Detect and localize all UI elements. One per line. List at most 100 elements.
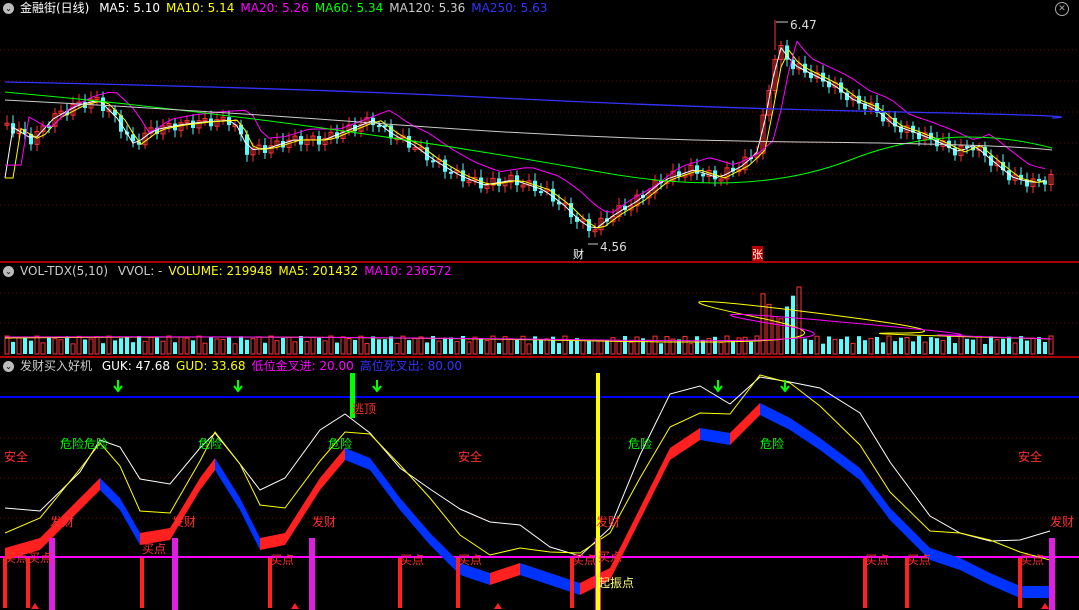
volume-bar bbox=[394, 342, 400, 355]
volume-bar bbox=[718, 342, 724, 355]
volume-bar bbox=[232, 343, 238, 355]
volume-bar bbox=[202, 342, 208, 355]
volume-bar bbox=[317, 337, 321, 354]
volume-bar bbox=[875, 336, 879, 354]
chevron-down-icon[interactable]: ⌄ bbox=[3, 3, 14, 14]
indicator-band bbox=[400, 498, 430, 545]
volume-bar bbox=[515, 339, 519, 354]
volume-bar bbox=[340, 336, 346, 355]
indicator-signal-label: 买点 bbox=[270, 553, 295, 567]
indicator-signal-label: 逃顶 bbox=[352, 402, 377, 416]
volume-bar bbox=[400, 335, 406, 355]
volume-bar bbox=[389, 336, 393, 354]
indicator-signal-label: 买点 bbox=[865, 553, 890, 567]
volume-bar bbox=[1019, 336, 1023, 354]
volume-bar bbox=[184, 337, 190, 355]
vol-ma5-line bbox=[4, 301, 1053, 343]
indicator-band bbox=[215, 458, 240, 510]
volume-bar bbox=[346, 338, 352, 355]
volume-bar bbox=[88, 338, 94, 355]
volume-bar bbox=[1001, 338, 1005, 354]
volume-bar bbox=[760, 293, 766, 355]
volume-bar bbox=[935, 338, 939, 354]
indicator-label: VOLUME: 219948 bbox=[168, 264, 273, 278]
volume-bar bbox=[4, 335, 10, 355]
indicator-band bbox=[990, 573, 1020, 598]
volume-bar bbox=[377, 339, 381, 354]
volume-bar bbox=[976, 335, 982, 355]
volume-bar bbox=[479, 338, 483, 354]
volume-bar bbox=[940, 339, 946, 355]
volume-bar bbox=[310, 336, 316, 355]
guk-line bbox=[4, 376, 1051, 557]
volume-panel-header: ⌄ VOL-TDX(5,10) VVOL: - VOLUME: 219948 MA5:… bbox=[0, 263, 464, 279]
volume-bar bbox=[449, 337, 453, 354]
indicator-signal-label: 买点 bbox=[458, 553, 483, 567]
indicator-signal-label: 危险 bbox=[328, 437, 353, 451]
indicator-signal-label: 买点 bbox=[400, 553, 425, 567]
indicator-band bbox=[820, 438, 860, 480]
volume-bar bbox=[803, 338, 807, 354]
indicator-chart bbox=[0, 373, 1079, 610]
volume-bar bbox=[628, 341, 634, 355]
volume-bar bbox=[76, 335, 82, 355]
volume-bar bbox=[724, 335, 730, 355]
volume-bar bbox=[83, 339, 87, 354]
candle-body bbox=[695, 165, 699, 174]
indicator-signal-label: 买点 bbox=[572, 553, 597, 567]
volume-bar bbox=[125, 337, 129, 354]
volume-bar bbox=[1030, 337, 1036, 355]
candle-body bbox=[431, 160, 435, 163]
indicator-signal-label: 买点 bbox=[598, 550, 623, 564]
volume-bar bbox=[436, 340, 442, 355]
volume-bar bbox=[580, 339, 586, 355]
volume-bar bbox=[34, 335, 40, 355]
volume-bar bbox=[785, 306, 789, 354]
volume-bar bbox=[845, 336, 849, 354]
indicator-band bbox=[200, 458, 215, 490]
indicator-signal-label: 危险 bbox=[198, 437, 223, 451]
volume-bar bbox=[263, 342, 267, 354]
volume-bar bbox=[652, 335, 658, 355]
volume-bar bbox=[454, 340, 460, 355]
indicator-band bbox=[490, 563, 520, 585]
volume-bar bbox=[922, 341, 928, 355]
indicator-panel: ⌄ 发财买入好机 GUK: 47.68 GUD: 33.68 低位金叉进: 20.00… bbox=[0, 358, 1079, 610]
volume-bar bbox=[364, 343, 370, 355]
up-arrow-icon bbox=[1041, 603, 1049, 609]
indicator-signal-label: 买点 bbox=[4, 551, 29, 565]
chevron-down-icon[interactable]: ⌄ bbox=[3, 361, 14, 372]
volume-bar bbox=[328, 335, 334, 355]
volume-bar bbox=[322, 340, 328, 355]
ma5-line bbox=[4, 46, 1046, 229]
volume-bar bbox=[466, 341, 472, 355]
volume-bar bbox=[335, 342, 339, 354]
indicator-band bbox=[80, 478, 100, 510]
volume-indicators: VVOL: - VOLUME: 219948 MA5: 201432 MA10: 23… bbox=[118, 264, 458, 278]
volume-bar bbox=[418, 336, 424, 355]
indicator-band bbox=[285, 478, 320, 545]
volume-bar bbox=[142, 340, 148, 355]
volume-bar bbox=[989, 336, 993, 354]
indicator-band bbox=[670, 428, 700, 460]
volume-bar bbox=[286, 336, 292, 355]
volume-bar bbox=[358, 335, 364, 355]
volume-bar bbox=[160, 340, 166, 355]
indicator-signal-label: 发财 bbox=[1050, 515, 1075, 529]
volume-bar bbox=[881, 342, 885, 354]
volume-bar bbox=[670, 338, 676, 355]
volume-bar bbox=[256, 336, 262, 355]
volume-bar bbox=[209, 336, 213, 354]
volume-bar bbox=[472, 336, 478, 355]
volume-bar bbox=[1012, 342, 1018, 355]
volume-bar bbox=[904, 337, 910, 355]
volume-bar bbox=[832, 338, 838, 355]
chevron-down-icon[interactable]: ⌄ bbox=[3, 266, 14, 277]
volume-bar bbox=[562, 335, 568, 355]
indicator-label: MA10: 5.14 bbox=[165, 1, 235, 15]
volume-bar bbox=[1007, 336, 1011, 354]
volume-bar bbox=[605, 340, 609, 354]
indicator-band bbox=[320, 448, 345, 490]
down-arrow-icon bbox=[713, 380, 723, 393]
signal-bar bbox=[309, 538, 315, 610]
